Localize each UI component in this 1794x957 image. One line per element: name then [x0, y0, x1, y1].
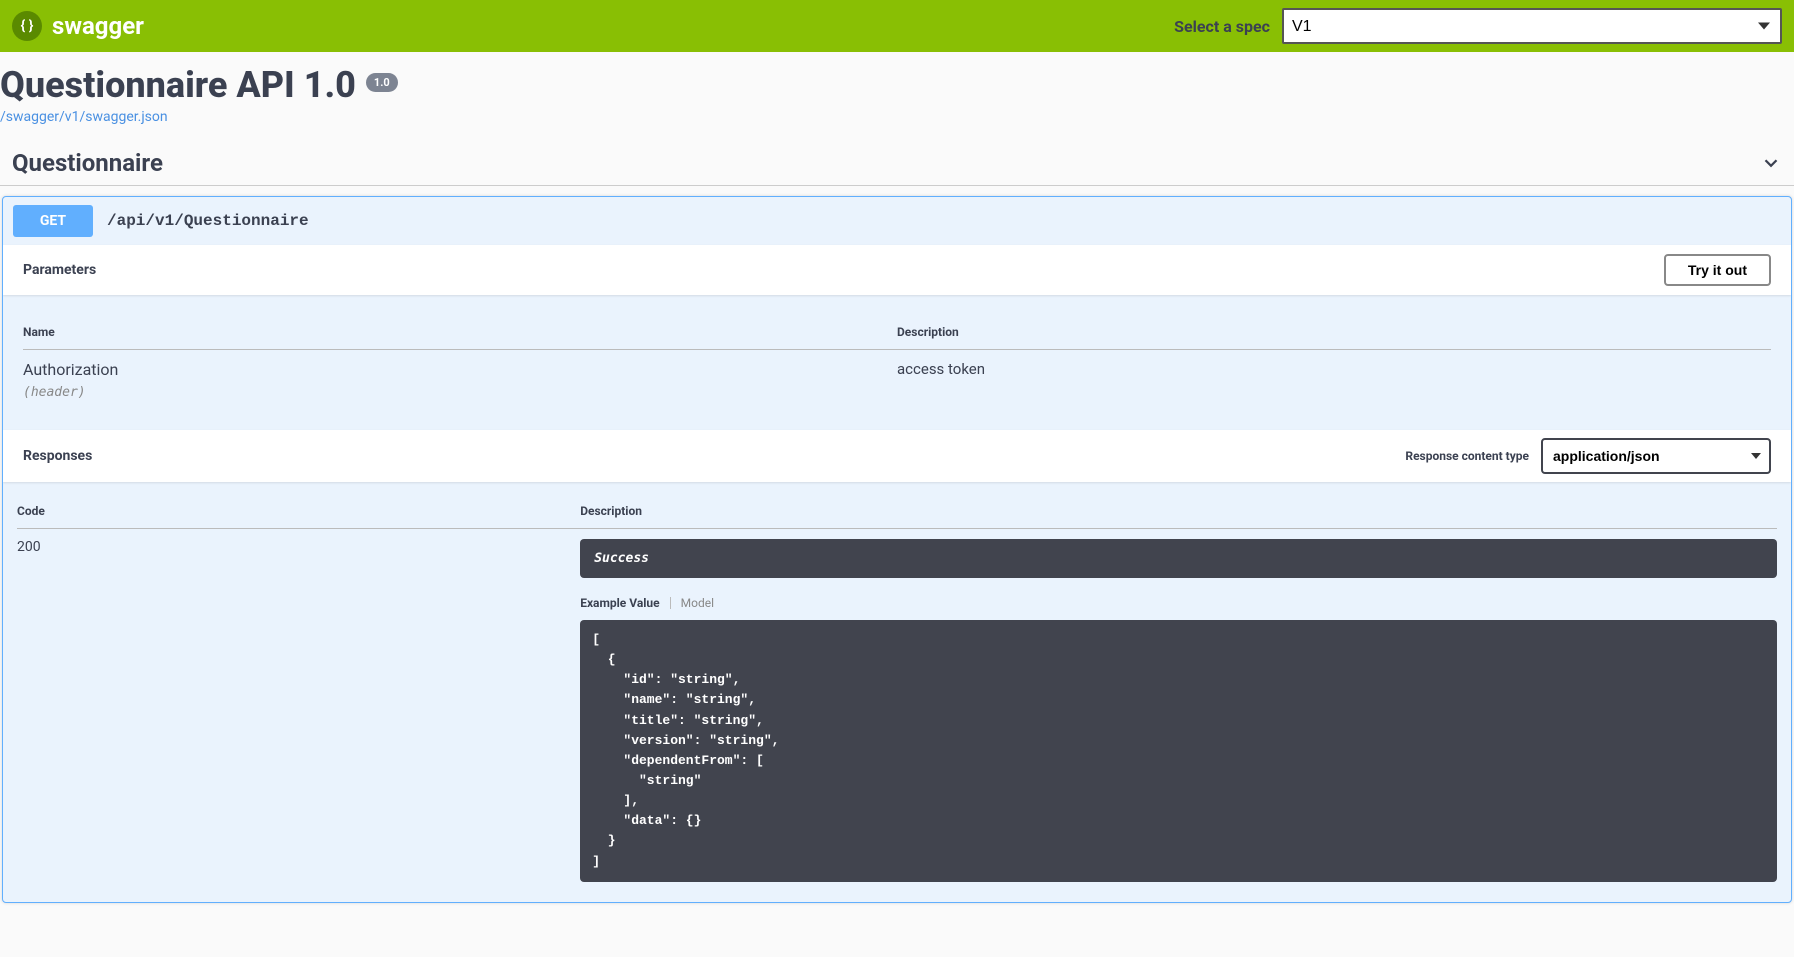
spec-url-link[interactable]: /swagger/v1/swagger.json: [0, 109, 168, 125]
response-code: 200: [17, 539, 580, 555]
api-title: Questionnaire API 1.0: [0, 64, 356, 106]
parameters-header: Parameters Try it out: [3, 245, 1791, 295]
spec-selector: Select a spec V1: [1174, 8, 1782, 44]
chevron-down-icon: [1760, 152, 1782, 174]
api-title-row: Questionnaire API 1.0 1.0: [0, 64, 1794, 106]
parameter-row: Authorization (header) access token: [23, 350, 1771, 411]
spec-select-label: Select a spec: [1174, 17, 1270, 36]
param-description: access token: [897, 360, 1771, 378]
responses-table: Code Description 200 Success Example Val…: [17, 494, 1777, 882]
tag-name: Questionnaire: [12, 149, 163, 177]
response-content-type-label: Response content type: [1405, 449, 1529, 463]
parameters-table: Name Description Authorization (header) …: [23, 315, 1771, 410]
response-content-type: Response content type application/json: [1405, 438, 1771, 474]
tab-separator: [670, 597, 671, 609]
tab-model[interactable]: Model: [681, 596, 714, 610]
swagger-logo-icon: { }: [12, 11, 42, 41]
operation-summary[interactable]: GET /api/v1/Questionnaire: [3, 197, 1791, 245]
response-row: 200 Success Example Value Model [ { "id"…: [17, 529, 1777, 882]
content-type-select-wrap: application/json: [1541, 438, 1771, 474]
param-col-name: Name: [23, 315, 897, 350]
operation-block: GET /api/v1/Questionnaire Parameters Try…: [2, 196, 1792, 903]
content-type-select[interactable]: application/json: [1541, 438, 1771, 474]
example-tabs: Example Value Model: [580, 596, 1777, 610]
topbar: { } swagger Select a spec V1: [0, 0, 1794, 52]
example-value-code[interactable]: [ { "id": "string", "name": "string", "t…: [580, 620, 1777, 882]
operation-path: /api/v1/Questionnaire: [107, 212, 309, 230]
api-info: Questionnaire API 1.0 1.0 /swagger/v1/sw…: [0, 52, 1794, 131]
tag-header[interactable]: Questionnaire: [0, 141, 1794, 186]
try-it-out-button[interactable]: Try it out: [1664, 254, 1771, 286]
param-in: (header): [23, 385, 897, 400]
parameters-title: Parameters: [23, 262, 96, 278]
param-name: Authorization: [23, 360, 897, 379]
responses-header: Responses Response content type applicat…: [3, 430, 1791, 482]
tag-section: Questionnaire GET /api/v1/Questionnaire …: [0, 141, 1794, 903]
resp-col-code: Code: [17, 494, 580, 529]
spec-select[interactable]: V1: [1282, 8, 1782, 44]
version-badge: 1.0: [366, 73, 398, 92]
brand: { } swagger: [12, 11, 144, 41]
response-description: Success: [580, 539, 1777, 578]
resp-col-description: Description: [580, 494, 1777, 529]
param-col-description: Description: [897, 315, 1771, 350]
spec-select-wrap: V1: [1282, 8, 1782, 44]
brand-text: swagger: [52, 12, 144, 40]
responses-area: Code Description 200 Success Example Val…: [3, 482, 1791, 902]
responses-title: Responses: [23, 448, 92, 464]
tab-example-value[interactable]: Example Value: [580, 596, 659, 610]
http-method-badge: GET: [13, 205, 93, 237]
